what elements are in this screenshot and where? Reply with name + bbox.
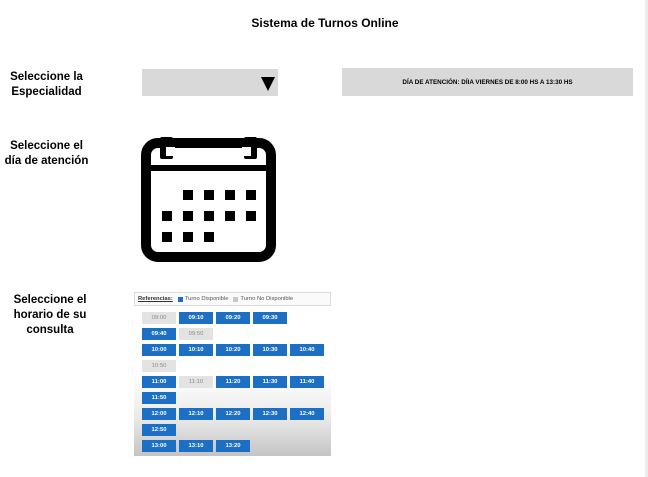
time-slot-unavailable: 11:10 xyxy=(179,376,213,388)
legend-available: Turno Disponible xyxy=(184,296,229,302)
especialidad-label-line-2: Especialidad xyxy=(11,86,82,98)
time-slot-available[interactable]: 09:40 xyxy=(142,328,176,340)
unavailable-swatch-icon xyxy=(233,296,239,302)
time-slot-available[interactable]: 09:30 xyxy=(253,312,287,324)
dia-label-line-2: día de atención xyxy=(4,155,89,167)
calendar-picker[interactable] xyxy=(140,137,277,263)
time-slot-unavailable: 10:50 xyxy=(142,360,176,372)
time-slot-row: 09:40 09:50 xyxy=(142,328,331,340)
triangle-down-icon[interactable] xyxy=(261,77,275,91)
time-slot-row: 10:50 xyxy=(142,360,331,372)
time-slot-row: 13:00 13:10 13:20 xyxy=(142,440,331,452)
dia-label: Seleccione el día de atención xyxy=(0,139,93,169)
time-slot-available[interactable]: 09:10 xyxy=(179,312,213,324)
time-slot-row: 10:00 10:10 10:20 10:30 10:40 xyxy=(142,344,331,356)
time-slot-row: 11:00 11:10 11:20 11:30 11:40 xyxy=(142,376,331,388)
schedule-panel: Referencias: Turno Disponible Turno No D… xyxy=(134,292,331,456)
time-slot-available[interactable]: 11:20 xyxy=(216,376,250,388)
legend: Referencias: Turno Disponible Turno No D… xyxy=(134,292,331,306)
horario-label-line-2: horario de su xyxy=(13,309,87,321)
time-slot-available[interactable]: 10:30 xyxy=(253,344,287,356)
page-title: Sistema de Turnos Online xyxy=(251,16,399,30)
time-slot-available[interactable]: 13:10 xyxy=(179,440,213,452)
time-slot-row: 12:50 xyxy=(142,424,331,436)
time-slot-available[interactable]: 12:50 xyxy=(142,424,176,436)
time-slot-available[interactable]: 11:50 xyxy=(142,392,176,404)
time-slot-row: 09:00 09:10 09:20 09:30 xyxy=(142,312,331,324)
calendar-icon[interactable] xyxy=(140,137,277,263)
time-slot-available[interactable]: 11:00 xyxy=(142,376,176,388)
legend-unavailable: Turno No Disponible xyxy=(240,296,294,302)
horario-label-line-1: Seleccione el xyxy=(13,294,87,306)
available-swatch-icon xyxy=(177,296,183,302)
time-slot-available[interactable]: 12:10 xyxy=(179,408,213,420)
time-slot-available[interactable]: 12:30 xyxy=(253,408,287,420)
time-slot-available[interactable]: 13:00 xyxy=(142,440,176,452)
horario-label: Seleccione el horario de su consulta xyxy=(0,293,100,338)
info-bar: DÍA DE ATENCIÓN: DÍIA VIERNES DE 8:00 HS… xyxy=(342,68,633,96)
especialidad-select[interactable] xyxy=(142,69,278,96)
time-slot-row: 11:50 xyxy=(142,392,331,404)
time-slot-available[interactable]: 12:40 xyxy=(290,408,324,420)
time-slot-available[interactable]: 13:20 xyxy=(216,440,250,452)
time-slot-available[interactable]: 11:30 xyxy=(253,376,287,388)
time-slot-available[interactable]: 10:00 xyxy=(142,344,176,356)
time-slot-available[interactable]: 10:20 xyxy=(216,344,250,356)
time-slot-available[interactable]: 09:20 xyxy=(216,312,250,324)
time-slot-available[interactable]: 10:10 xyxy=(179,344,213,356)
time-slot-unavailable: 09:50 xyxy=(179,328,213,340)
time-slot-unavailable: 09:00 xyxy=(142,312,176,324)
info-bar-text: DÍA DE ATENCIÓN: DÍIA VIERNES DE 8:00 HS… xyxy=(402,78,573,86)
time-slot-available[interactable]: 11:40 xyxy=(290,376,324,388)
especialidad-label-line-1: Seleccione la xyxy=(10,71,83,83)
especialidad-label: Seleccione la Especialidad xyxy=(0,70,93,100)
dia-label-line-1: Seleccione el xyxy=(10,140,83,152)
time-slot-available[interactable]: 12:00 xyxy=(142,408,176,420)
time-slot-available[interactable]: 10:40 xyxy=(290,344,324,356)
time-slot-available[interactable]: 12:20 xyxy=(216,408,250,420)
time-slot-grid: 09:00 09:10 09:20 09:30 09:40 09:50 10:00 10:10… xyxy=(142,312,331,456)
legend-title: Referencias: xyxy=(138,296,173,302)
time-slot-row: 12:00 12:10 12:20 12:30 12:40 xyxy=(142,408,331,420)
horario-label-line-3: consulta xyxy=(26,324,74,336)
